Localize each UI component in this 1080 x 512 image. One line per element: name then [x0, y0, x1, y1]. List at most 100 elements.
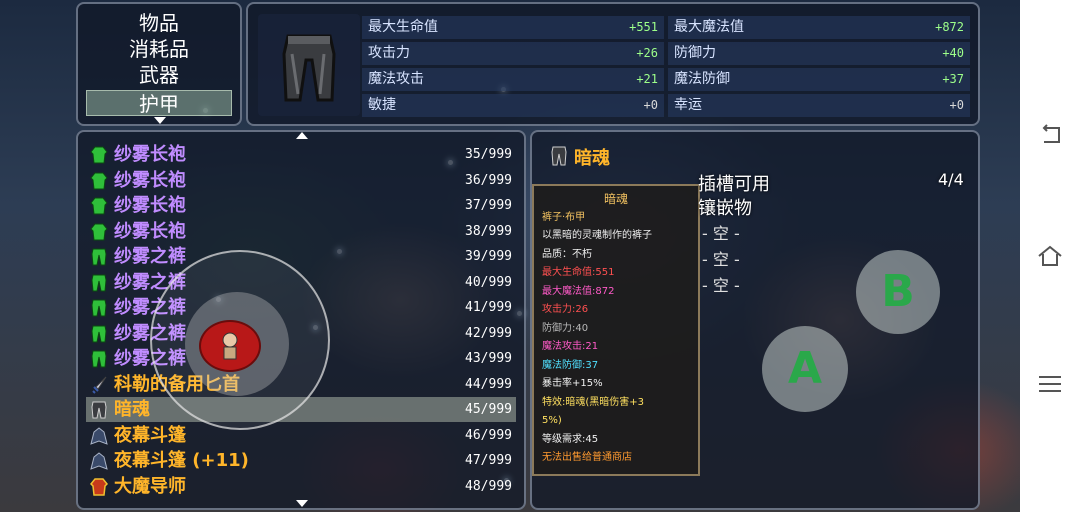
tooltip-line: 5%): [542, 415, 562, 426]
stat-max-mp: 最大魔法值 +872: [668, 16, 970, 39]
robe-icon: [90, 223, 108, 240]
stat-label: 幸运: [674, 97, 702, 113]
stat-label: 敏捷: [368, 97, 396, 113]
cloak-icon: [90, 426, 108, 445]
home-icon[interactable]: [1035, 241, 1065, 271]
dagger-icon: [92, 376, 107, 394]
stat-label: 魔法攻击: [368, 71, 424, 87]
tooltip-line: 魔法防御:37: [542, 359, 599, 371]
character-avatar-icon: [222, 332, 238, 360]
tooltip-line: 防御力:40: [542, 322, 589, 334]
mage-robe-icon: [90, 477, 108, 496]
robe-icon: [90, 172, 108, 189]
a-button[interactable]: A: [762, 326, 848, 412]
tooltip-line: 暗魂: [603, 192, 628, 206]
stat-value: +0: [949, 98, 964, 112]
scroll-down-arrow-icon[interactable]: [154, 117, 166, 124]
item-quantity: 38/999: [465, 223, 512, 239]
joystick-knob[interactable]: [199, 320, 261, 372]
item-name: 夜幕斗篷 (+11): [114, 450, 249, 471]
item-quantity: 47/999: [465, 453, 512, 468]
category-weapons[interactable]: 武器: [86, 62, 232, 88]
item-title: 暗魂: [574, 148, 610, 169]
item-quantity: 43/999: [465, 351, 512, 366]
stat-value: +26: [636, 46, 658, 60]
stat-value: +37: [942, 72, 964, 86]
stat-defense: 防御力 +40: [668, 42, 970, 65]
gem-slot[interactable]: - 空 -: [702, 272, 740, 296]
item-quantity: 44/999: [465, 376, 512, 392]
category-items[interactable]: 物品: [86, 10, 232, 36]
gems-label: 镶嵌物: [698, 198, 752, 219]
item-preview: [258, 14, 360, 116]
menu-icon[interactable]: [1035, 369, 1065, 399]
tooltip-line: 裤子·布甲: [542, 211, 586, 223]
item-name: 暗魂: [114, 399, 150, 420]
tooltip-line: 品质：不朽: [542, 248, 592, 260]
item-quantity: 36/999: [465, 172, 512, 188]
item-name: 纱雾长袍: [114, 169, 186, 191]
slots-count: 4/4: [938, 170, 964, 189]
tooltip-line: 特效:暗魂(黑暗伤害+3: [542, 396, 645, 408]
inventory-item[interactable]: 纱雾长袍 35/999: [86, 142, 516, 167]
item-name: 夜幕斗篷: [114, 424, 186, 446]
tooltip-line: 魔法攻击:21: [542, 341, 599, 352]
android-nav-bar: [1020, 0, 1080, 512]
inventory-item[interactable]: 纱雾长袍 37/999: [86, 193, 516, 218]
item-name: 大魔导师: [114, 475, 186, 497]
gem-slot[interactable]: - 空 -: [702, 220, 740, 244]
stat-agility: 敏捷 +0: [362, 94, 664, 117]
tooltip-line: 无法出售给普通商店: [542, 452, 632, 463]
inventory-item[interactable]: 夜幕斗篷 46/999: [86, 423, 516, 448]
item-quantity: 41/999: [465, 300, 512, 315]
stat-value: +0: [643, 98, 658, 112]
stat-value: +872: [935, 20, 964, 34]
stats-panel: 最大生命值 +551 最大魔法值 +872 攻击力 +26 防御力 +40 魔法…: [246, 2, 980, 126]
stat-magic-defense: 魔法防御 +37: [668, 68, 970, 91]
stat-value: +21: [636, 72, 658, 86]
inventory-item[interactable]: 夜幕斗篷 (+11) 47/999: [86, 448, 516, 473]
inventory-item[interactable]: 大魔导师 48/999: [86, 474, 516, 499]
item-tooltip: 暗魂 裤子·布甲 以黑暗的灵魂制作的裤子 品质：不朽 最大生命值:551 最大魔法值:87…: [532, 184, 700, 476]
scroll-up-arrow-icon[interactable]: [296, 132, 308, 139]
scroll-down-arrow-icon[interactable]: [296, 500, 308, 507]
item-quantity: 40/999: [465, 274, 512, 290]
item-quantity: 48/999: [465, 478, 512, 494]
stat-label: 攻击力: [368, 45, 410, 61]
robe-icon: [90, 146, 108, 164]
gem-slot[interactable]: - 空 -: [702, 246, 740, 270]
item-quantity: 45/999: [465, 402, 512, 417]
tooltip-line: 最大魔法值:872: [542, 285, 615, 297]
item-name: 纱雾长袍: [114, 220, 186, 242]
dark-pants-icon: [551, 146, 567, 166]
item-quantity: 37/999: [465, 198, 512, 213]
tooltip-line: 暴击率+15%: [542, 378, 603, 389]
stat-value: +40: [942, 46, 964, 60]
item-quantity: 42/999: [465, 325, 512, 341]
pants-icon: [91, 350, 107, 368]
pants-icon: [91, 325, 107, 342]
inventory-item[interactable]: 纱雾长袍 36/999: [86, 168, 516, 193]
category-panel: 物品 消耗品 武器 护甲: [76, 2, 242, 126]
inventory-item[interactable]: 纱雾长袍 38/999: [86, 219, 516, 244]
robe-icon: [90, 197, 108, 215]
tooltip-line: 攻击力:26: [542, 304, 589, 315]
cloak-icon: [90, 452, 108, 470]
tooltip-line: 最大生命值:551: [542, 267, 615, 278]
stat-magic-attack: 魔法攻击 +21: [362, 68, 664, 91]
item-quantity: 35/999: [465, 147, 512, 162]
tooltip-line: 等级需求:45: [542, 433, 599, 445]
stat-value: +551: [629, 20, 658, 34]
category-armor[interactable]: 护甲: [86, 90, 232, 116]
stat-label: 最大生命值: [368, 19, 438, 35]
back-icon[interactable]: [1035, 120, 1065, 150]
stat-label: 魔法防御: [674, 71, 730, 87]
item-name: 纱雾之裤: [114, 246, 186, 267]
inventory-item[interactable]: 纱雾之裤 39/999: [86, 244, 516, 269]
game-screen: 物品 消耗品 武器 护甲 最大生命值 +551 最大魔法值 +872 攻击力 +…: [0, 0, 1020, 512]
stat-luck: 幸运 +0: [668, 94, 970, 117]
stat-label: 最大魔法值: [674, 19, 744, 35]
category-consumables[interactable]: 消耗品: [86, 36, 232, 62]
b-button[interactable]: B: [856, 250, 940, 334]
stat-attack: 攻击力 +26: [362, 42, 664, 65]
